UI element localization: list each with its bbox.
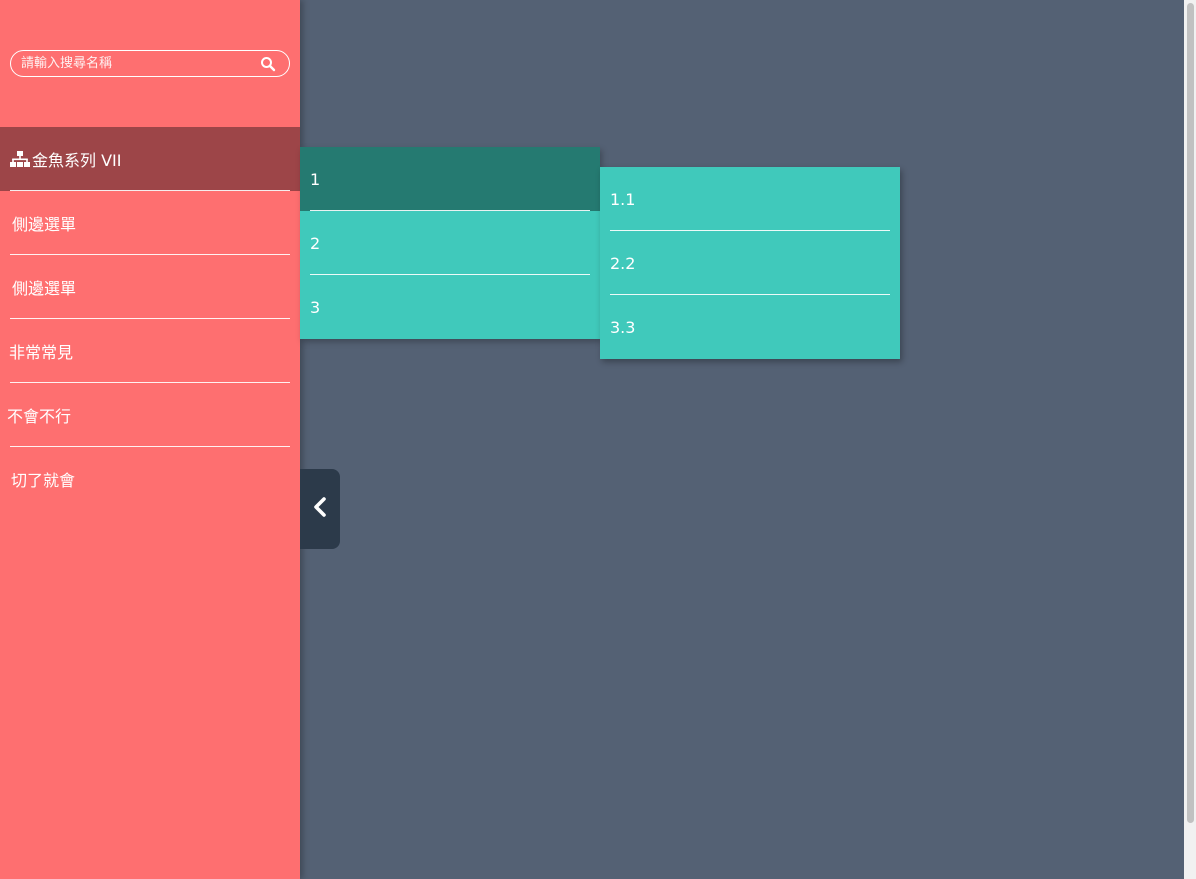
- search-input[interactable]: [21, 54, 256, 73]
- scrollbar[interactable]: [1184, 0, 1196, 879]
- sidebar-toggle-button[interactable]: [300, 469, 340, 549]
- submenu-item-1-1[interactable]: 1.1: [600, 167, 900, 231]
- sidebar-item-must-know[interactable]: 不會不行: [0, 383, 300, 447]
- submenu-item-2-2[interactable]: 2.2: [600, 231, 900, 295]
- submenu-item-2[interactable]: 2: [300, 211, 600, 275]
- sidebar-item-label: 金魚系列 VII: [32, 151, 122, 170]
- sidebar: 金魚系列 VII 側邊選單 側邊選單 非常常見 不會不行 切了就會: [0, 0, 300, 879]
- sidebar-item-goldfish[interactable]: 金魚系列 VII: [0, 127, 300, 191]
- submenu-item-label: 1.1: [610, 189, 636, 209]
- submenu-level-1: 1 2 3: [300, 147, 600, 339]
- search-box: [10, 50, 290, 77]
- search-icon[interactable]: [260, 56, 276, 72]
- sidebar-menu: 金魚系列 VII 側邊選單 側邊選單 非常常見 不會不行 切了就會: [0, 127, 300, 511]
- sidebar-item-side-menu-1[interactable]: 側邊選單: [0, 191, 300, 255]
- submenu-item-label: 2: [310, 233, 321, 253]
- submenu-level-2: 1.1 2.2 3.3: [600, 167, 900, 359]
- sidebar-item-label: 切了就會: [11, 471, 76, 490]
- submenu-item-label: 2.2: [610, 253, 636, 273]
- submenu-item-label: 3: [310, 297, 321, 317]
- submenu-item-1[interactable]: 1: [300, 147, 600, 211]
- scrollbar-thumb[interactable]: [1187, 3, 1194, 823]
- sidebar-item-side-menu-2[interactable]: 側邊選單: [0, 255, 300, 319]
- sidebar-item-label: 側邊選單: [12, 279, 77, 298]
- sidebar-item-label: 不會不行: [7, 407, 72, 426]
- submenu-item-3-3[interactable]: 3.3: [600, 295, 900, 359]
- submenu-item-label: 3.3: [610, 317, 636, 337]
- submenu-item-3[interactable]: 3: [300, 275, 600, 339]
- sidebar-item-label: 側邊選單: [12, 215, 77, 234]
- sidebar-item-very-common[interactable]: 非常常見: [0, 319, 300, 383]
- chevron-left-icon: [313, 497, 327, 521]
- sitemap-icon: [10, 151, 30, 167]
- sidebar-item-slice[interactable]: 切了就會: [0, 447, 300, 511]
- submenu-item-label: 1: [310, 169, 321, 189]
- sidebar-item-label: 非常常見: [9, 343, 74, 362]
